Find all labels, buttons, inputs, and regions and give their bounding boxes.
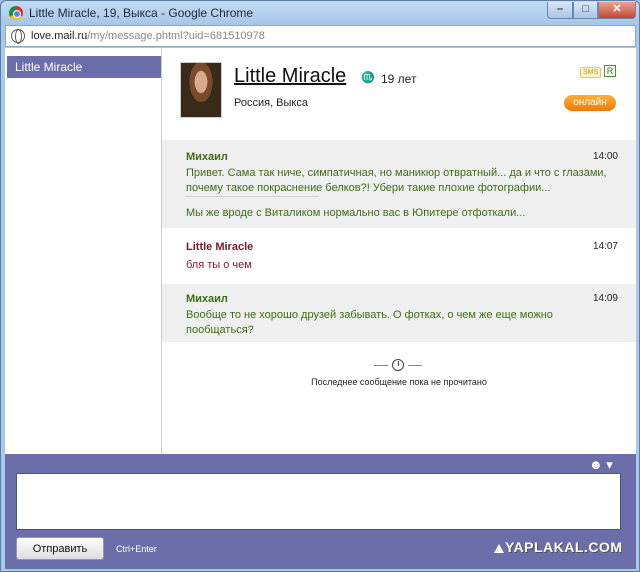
url-host: love.mail.ru: [31, 30, 88, 42]
watermark: YAPLAKAL.COM: [505, 539, 623, 555]
smiley-picker-icon[interactable]: ☻ ▾: [589, 457, 613, 473]
status-dash-right: [408, 365, 422, 366]
message-item: Little Miracle 14:07 бля ты о чем: [162, 228, 636, 284]
profile-header: Little Miracle ♏ 19 лет Россия, Выкса SM…: [162, 48, 636, 138]
online-status-badge: онлайн: [564, 95, 616, 111]
title-bar: Little Miracle, 19, Выкса - Google Chrom…: [1, 1, 639, 25]
message-author[interactable]: Михаил: [186, 151, 228, 163]
send-button[interactable]: Отправить: [16, 537, 104, 560]
sidebar-item-little-miracle[interactable]: Little Miracle: [7, 56, 161, 78]
status-dash-left: [374, 365, 388, 366]
message-time: 14:00: [592, 151, 618, 162]
zodiac-sign-icon: ♏: [361, 72, 375, 84]
r-badge[interactable]: R: [604, 65, 616, 77]
message-time: 14:07: [592, 241, 618, 252]
globe-icon: [11, 29, 25, 44]
window-title: Little Miracle, 19, Выкса - Google Chrom…: [29, 6, 254, 20]
url-text[interactable]: love.mail.ru/my/message.phtml?uid=681510…: [31, 30, 265, 42]
message-item: Михаил 14:09 Вообще то не хорошо друзей …: [162, 284, 636, 342]
message-text: бля ты о чем: [186, 259, 252, 271]
close-button[interactable]: ✕: [598, 2, 636, 19]
sms-badge[interactable]: SMS: [580, 67, 602, 78]
page-content: Little Miracle Little Miracle ♏ 19 лет Р…: [5, 48, 636, 569]
minimize-button[interactable]: –: [547, 2, 573, 19]
address-bar[interactable]: love.mail.ru/my/message.phtml?uid=681510…: [5, 25, 636, 47]
conversation-panel: Little Miracle ♏ 19 лет Россия, Выкса SM…: [162, 48, 636, 454]
message-composer: ☻ ▾ Отправить Ctrl+Enter YAPLAKAL.COM: [5, 454, 636, 569]
maximize-button[interactable]: □: [573, 2, 598, 19]
url-path: /my/message.phtml?uid=681510978: [87, 30, 265, 42]
profile-location: Россия, Выкса: [234, 97, 308, 109]
profile-name-link[interactable]: Little Miracle: [234, 65, 346, 88]
read-status-text: Последнее сообщение пока не прочитано: [311, 377, 487, 387]
avatar[interactable]: [180, 62, 222, 118]
message-author[interactable]: Михаил: [186, 293, 228, 305]
message-item: Михаил 14:00 Привет. Сама так ниче, симп…: [162, 140, 636, 228]
warning-icon: [494, 544, 504, 553]
message-text: Вообще то не хорошо друзей забывать. О ф…: [186, 309, 553, 336]
message-text: Привет. Сама так ниче, симпатичная, но м…: [186, 167, 607, 194]
message-author[interactable]: Little Miracle: [186, 241, 253, 253]
message-input[interactable]: [16, 473, 621, 530]
message-text-continued: Мы же вроде с Виталиком нормально вас в …: [186, 207, 526, 219]
message-divider: [186, 196, 318, 197]
message-time: 14:09: [592, 293, 618, 304]
contacts-sidebar: Little Miracle: [5, 48, 162, 454]
profile-age: 19 лет: [381, 72, 417, 86]
read-status: Последнее сообщение пока не прочитано: [162, 355, 636, 395]
chrome-logo-icon: [9, 6, 23, 20]
clock-icon: [392, 359, 404, 371]
browser-window: Little Miracle, 19, Выкса - Google Chrom…: [0, 0, 640, 572]
send-shortcut-hint: Ctrl+Enter: [116, 544, 157, 554]
